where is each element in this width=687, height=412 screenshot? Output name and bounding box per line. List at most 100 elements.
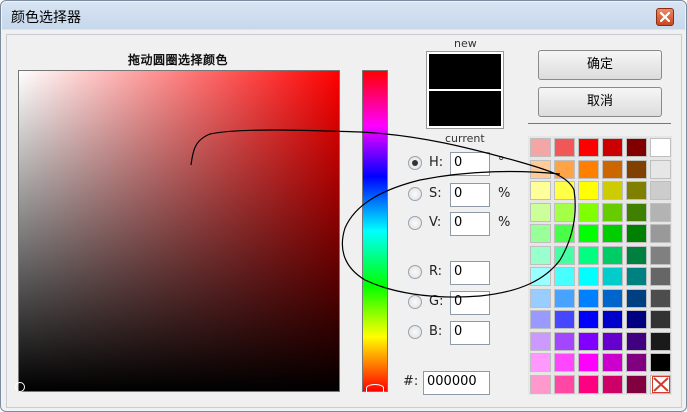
palette-swatch[interactable]	[530, 353, 551, 372]
palette-swatch[interactable]	[554, 202, 575, 222]
red-input[interactable]: 0	[450, 261, 490, 285]
no-color-icon	[652, 375, 670, 393]
palette-swatch[interactable]	[626, 202, 647, 222]
palette-swatch[interactable]	[650, 310, 671, 329]
palette-swatch[interactable]	[602, 138, 623, 157]
hue-slider[interactable]	[362, 70, 388, 392]
palette-swatch[interactable]	[554, 310, 575, 329]
palette-swatch[interactable]	[578, 267, 599, 286]
palette-swatch[interactable]	[602, 267, 623, 286]
palette-swatch[interactable]	[530, 331, 551, 351]
palette-swatch[interactable]	[578, 159, 599, 179]
palette-swatch[interactable]	[626, 353, 647, 372]
palette-swatch[interactable]	[530, 288, 551, 308]
palette-swatch[interactable]	[530, 181, 551, 200]
palette-swatch[interactable]	[602, 374, 623, 394]
palette-swatch[interactable]	[578, 288, 599, 308]
palette-swatch[interactable]	[602, 288, 623, 308]
palette-swatch[interactable]	[626, 331, 647, 351]
palette-swatch[interactable]	[554, 138, 575, 157]
palette-swatch[interactable]	[530, 310, 551, 329]
palette-swatch[interactable]	[578, 374, 599, 394]
palette-swatch[interactable]	[626, 181, 647, 200]
sv-drag-circle[interactable]	[15, 382, 25, 392]
hue-radio[interactable]	[408, 156, 422, 170]
palette-swatch[interactable]	[554, 224, 575, 243]
palette-swatch[interactable]	[650, 331, 671, 351]
hue-input[interactable]: 0	[450, 152, 490, 176]
green-radio[interactable]	[408, 295, 422, 309]
saturation-radio[interactable]	[408, 187, 422, 201]
palette-swatch[interactable]	[530, 267, 551, 286]
palette-swatch[interactable]	[626, 288, 647, 308]
palette-swatch[interactable]	[650, 202, 671, 222]
blue-input[interactable]: 0	[450, 321, 490, 345]
saturation-input[interactable]: 0	[450, 183, 490, 207]
palette-swatch[interactable]	[530, 202, 551, 222]
palette-swatch[interactable]	[554, 331, 575, 351]
cancel-button[interactable]: 取消	[538, 87, 662, 117]
palette-swatch[interactable]	[602, 331, 623, 351]
palette-swatch[interactable]	[650, 181, 671, 200]
palette-swatch[interactable]	[602, 245, 623, 265]
palette-swatch[interactable]	[602, 159, 623, 179]
palette-swatch[interactable]	[650, 353, 671, 372]
palette-swatch[interactable]	[602, 224, 623, 243]
palette-swatch[interactable]	[578, 181, 599, 200]
palette-swatch[interactable]	[602, 202, 623, 222]
palette-swatch[interactable]	[578, 353, 599, 372]
palette-swatch[interactable]	[602, 353, 623, 372]
red-radio[interactable]	[408, 265, 422, 279]
palette-swatch[interactable]	[554, 245, 575, 265]
hex-input[interactable]: 000000	[423, 371, 490, 395]
blue-label: B:	[429, 324, 443, 339]
palette-swatch[interactable]	[650, 245, 671, 265]
saturation-value-square[interactable]	[18, 70, 340, 392]
palette-swatch[interactable]	[578, 310, 599, 329]
palette-swatch[interactable]	[626, 245, 647, 265]
palette-swatch[interactable]	[530, 138, 551, 157]
palette-swatch[interactable]	[650, 138, 671, 157]
close-button[interactable]	[656, 8, 674, 26]
palette-swatch[interactable]	[626, 267, 647, 286]
palette-swatch[interactable]	[578, 331, 599, 351]
palette-swatch[interactable]	[626, 374, 647, 394]
new-color-swatch	[429, 54, 501, 89]
value-input[interactable]: 0	[450, 212, 490, 236]
palette-swatch[interactable]	[578, 138, 599, 157]
palette-swatch[interactable]	[626, 310, 647, 329]
palette-swatch[interactable]	[626, 224, 647, 243]
title-bar[interactable]: 颜色选择器	[1, 1, 686, 31]
palette-swatch[interactable]	[578, 224, 599, 243]
palette-swatch[interactable]	[530, 224, 551, 243]
palette-swatch[interactable]	[578, 202, 599, 222]
palette-swatch[interactable]	[626, 138, 647, 157]
palette-swatch[interactable]	[650, 159, 671, 179]
palette-swatch[interactable]	[650, 288, 671, 308]
value-label: V:	[429, 215, 442, 230]
palette-swatch[interactable]	[650, 267, 671, 286]
palette-swatch[interactable]	[530, 374, 551, 394]
palette-swatch[interactable]	[626, 159, 647, 179]
green-input[interactable]: 0	[450, 291, 490, 315]
saturation-label: S:	[429, 186, 442, 201]
palette-swatch[interactable]	[602, 310, 623, 329]
no-color-swatch[interactable]	[650, 374, 671, 394]
palette-swatch[interactable]	[602, 181, 623, 200]
palette-swatch[interactable]	[554, 159, 575, 179]
palette-swatch[interactable]	[554, 267, 575, 286]
palette-swatch[interactable]	[530, 245, 551, 265]
palette-swatch[interactable]	[578, 245, 599, 265]
window-title: 颜色选择器	[11, 10, 81, 26]
ok-button[interactable]: 确定	[538, 50, 662, 80]
palette-swatch[interactable]	[554, 181, 575, 200]
value-radio[interactable]	[408, 216, 422, 230]
palette-swatch[interactable]	[554, 288, 575, 308]
palette-swatch[interactable]	[554, 353, 575, 372]
palette-swatch[interactable]	[650, 224, 671, 243]
palette-swatch[interactable]	[530, 159, 551, 179]
blue-radio[interactable]	[408, 325, 422, 339]
hue-slider-handle[interactable]	[366, 384, 384, 392]
close-icon	[660, 12, 670, 22]
palette-swatch[interactable]	[554, 374, 575, 394]
